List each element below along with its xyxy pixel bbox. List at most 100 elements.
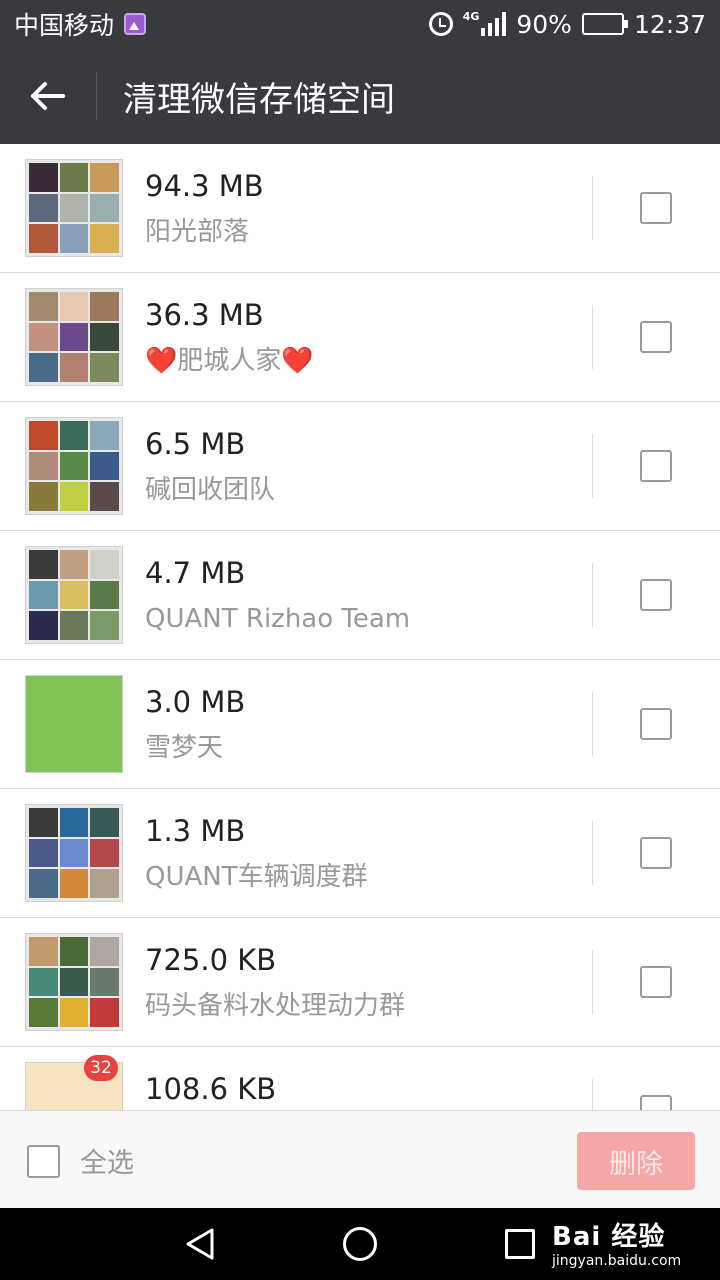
chat-avatar <box>25 804 123 902</box>
avatar-tile <box>59 611 89 640</box>
item-name: 阳光部落 <box>145 214 264 250</box>
back-arrow-icon <box>31 82 65 110</box>
item-divider <box>592 950 593 1014</box>
avatar-tile <box>29 869 58 898</box>
watermark-brand: Bai 经验 <box>552 1222 666 1252</box>
status-right: 4G 90% 12:37 <box>428 10 706 39</box>
avatar-tile <box>90 482 119 511</box>
item-name-text: 肥城人家 <box>177 346 282 376</box>
avatar-tile <box>29 322 58 352</box>
avatar-tile <box>90 322 119 352</box>
title-divider <box>96 72 97 120</box>
avatar-tile <box>29 967 58 997</box>
nav-back-icon[interactable] <box>182 1226 218 1262</box>
avatar-tile <box>26 676 122 772</box>
item-divider <box>592 305 593 369</box>
select-all-label[interactable]: 全选 <box>80 1141 134 1180</box>
avatar-tile <box>29 353 58 382</box>
avatar-tile <box>90 808 119 837</box>
avatar-tile <box>29 937 58 966</box>
avatar-tile <box>29 611 58 640</box>
back-button[interactable] <box>0 48 96 144</box>
baidu-jingyan-watermark: Bai 经验 jingyan.baidu.com <box>552 1216 681 1269</box>
avatar-tile <box>59 998 89 1027</box>
item-size: 725.0 KB <box>145 943 277 977</box>
avatar-tile <box>59 193 89 223</box>
avatar-tile <box>29 808 58 837</box>
navigation-bar: Bai 经验 jingyan.baidu.com <box>0 1208 720 1280</box>
status-bar: 中国移动 4G 90% 12:37 <box>0 0 720 48</box>
item-checkbox[interactable] <box>640 837 672 869</box>
item-text: 36.3 MB ❤️肥城人家❤️ <box>145 297 314 379</box>
item-name: QUANT Rizhao Team <box>145 601 410 637</box>
gallery-icon <box>124 13 147 35</box>
avatar-tile <box>59 322 89 352</box>
item-name: QUANT车辆调度群 <box>145 859 368 895</box>
item-text: 6.5 MB 碱回收团队 <box>145 426 275 508</box>
item-checkbox[interactable] <box>640 579 672 611</box>
item-size: 4.7 MB <box>145 556 246 590</box>
signal-icon <box>481 12 507 36</box>
item-name: 雪梦天 <box>145 730 245 766</box>
avatar-tile <box>90 292 119 321</box>
avatar-tile <box>29 292 58 321</box>
avatar-tile <box>90 451 119 481</box>
chat-avatar <box>25 159 123 257</box>
chat-storage-list[interactable]: 94.3 MB 阳光部落 36.3 MB ❤️肥城人家❤️ 6.5 MB 碱回收团队 4.7… <box>0 144 720 1110</box>
watermark-url: jingyan.baidu.com <box>552 1253 682 1269</box>
item-name: ❤️肥城人家❤️ <box>145 343 314 379</box>
avatar-tile <box>59 808 89 837</box>
battery-icon <box>581 13 628 35</box>
avatar-tile <box>59 937 89 966</box>
list-item[interactable]: 3.0 MB 雪梦天 <box>0 660 720 789</box>
item-checkbox[interactable] <box>640 966 672 998</box>
avatar-tile <box>90 353 119 382</box>
chat-avatar <box>25 933 123 1031</box>
bottom-bar: 全选 删除 <box>0 1110 720 1208</box>
item-name-text: 雪梦天 <box>145 733 224 763</box>
nav-home-icon[interactable] <box>343 1227 377 1261</box>
item-size: 6.5 MB <box>145 427 246 461</box>
item-text: 4.7 MB QUANT Rizhao Team <box>145 555 410 637</box>
nav-recent-icon[interactable] <box>505 1229 535 1259</box>
item-name-text: 碱回收团队 <box>145 475 276 505</box>
item-divider <box>592 1079 593 1110</box>
list-item[interactable]: 6.5 MB 碱回收团队 <box>0 402 720 531</box>
item-checkbox[interactable] <box>640 450 672 482</box>
item-checkbox[interactable] <box>640 708 672 740</box>
avatar-tile <box>90 580 119 610</box>
list-item[interactable]: 36.3 MB ❤️肥城人家❤️ <box>0 273 720 402</box>
avatar-tile <box>29 580 58 610</box>
item-text: 94.3 MB 阳光部落 <box>145 168 264 250</box>
avatar-tile <box>29 193 58 223</box>
list-item[interactable]: 32 108.6 KB <box>0 1047 720 1110</box>
chat-avatar <box>25 288 123 386</box>
select-all-checkbox[interactable] <box>27 1145 60 1178</box>
item-checkbox[interactable] <box>640 1095 672 1110</box>
avatar-tile <box>59 451 89 481</box>
avatar-tile <box>29 998 58 1027</box>
list-item[interactable]: 725.0 KB 码头备料水处理动力群 <box>0 918 720 1047</box>
avatar-tile <box>90 224 119 253</box>
item-name: 码头备料水处理动力群 <box>145 988 405 1024</box>
item-divider <box>592 563 593 627</box>
avatar-tile <box>29 838 58 868</box>
avatar-tile <box>90 193 119 223</box>
avatar-tile <box>59 967 89 997</box>
avatar-tile <box>59 163 89 192</box>
avatar-tile <box>59 482 89 511</box>
item-divider <box>592 692 593 756</box>
list-item[interactable]: 1.3 MB QUANT车辆调度群 <box>0 789 720 918</box>
list-item[interactable]: 4.7 MB QUANT Rizhao Team <box>0 531 720 660</box>
status-left: 中国移动 <box>14 6 147 42</box>
item-divider <box>592 434 593 498</box>
delete-button[interactable]: 删除 <box>577 1132 695 1190</box>
avatar-tile <box>59 580 89 610</box>
list-item[interactable]: 94.3 MB 阳光部落 <box>0 144 720 273</box>
avatar-tile <box>90 550 119 579</box>
item-name-text: 阳光部落 <box>145 217 250 247</box>
heart-emoji: ❤️ <box>145 346 178 376</box>
item-checkbox[interactable] <box>640 321 672 353</box>
item-checkbox[interactable] <box>640 192 672 224</box>
avatar-tile <box>59 421 89 450</box>
